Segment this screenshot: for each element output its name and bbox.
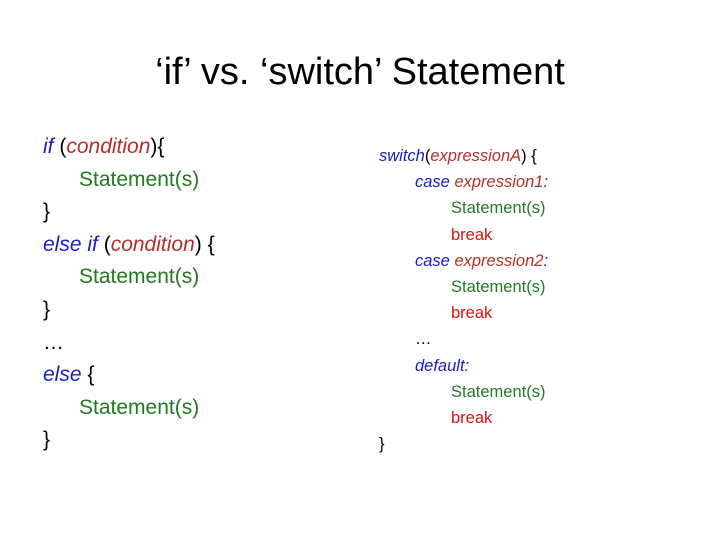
case-expression: expression1 bbox=[454, 173, 544, 192]
colon: : bbox=[464, 356, 470, 375]
code-line: else if (condition) { bbox=[43, 229, 215, 262]
break-keyword: break bbox=[451, 225, 493, 244]
keyword-else-if: else if bbox=[43, 232, 98, 256]
statement-text: Statement(s) bbox=[451, 199, 546, 218]
switch-expression: expressionA bbox=[430, 147, 522, 165]
code-line: break bbox=[379, 405, 548, 431]
open-paren: ( bbox=[103, 232, 111, 256]
close-brace: } bbox=[43, 297, 51, 321]
switch-statement-code: switch(expressionA) { case expression1: … bbox=[379, 143, 548, 457]
colon: : bbox=[543, 251, 549, 270]
ellipsis: … bbox=[43, 330, 64, 354]
statement-text: Statement(s) bbox=[79, 265, 200, 289]
code-line: case expression1: bbox=[379, 169, 548, 195]
statement-text: Statement(s) bbox=[79, 167, 200, 191]
code-line: Statement(s) bbox=[379, 195, 548, 221]
close-paren-brace: ){ bbox=[150, 135, 165, 158]
keyword-switch: switch bbox=[379, 147, 425, 165]
code-line: } bbox=[379, 431, 548, 457]
code-line: … bbox=[379, 326, 548, 352]
close-paren-brace: ) { bbox=[521, 147, 537, 165]
break-keyword: break bbox=[451, 304, 493, 323]
code-line: } bbox=[43, 294, 215, 327]
code-line: } bbox=[43, 196, 215, 229]
code-line: Statement(s) bbox=[379, 379, 548, 405]
code-line: Statement(s) bbox=[379, 274, 548, 300]
code-line: } bbox=[43, 424, 215, 457]
code-line: Statement(s) bbox=[43, 261, 215, 294]
close-brace: } bbox=[43, 200, 51, 224]
code-line: switch(expressionA) { bbox=[379, 143, 548, 169]
code-line: case expression2: bbox=[379, 248, 548, 274]
code-line: Statement(s) bbox=[43, 164, 215, 197]
colon: : bbox=[543, 173, 549, 192]
keyword-if: if bbox=[43, 135, 54, 158]
code-line: … bbox=[43, 327, 215, 360]
break-keyword: break bbox=[451, 408, 493, 427]
close-paren-brace: ) { bbox=[194, 232, 215, 256]
statement-text: Statement(s) bbox=[79, 395, 200, 419]
keyword-case: case bbox=[415, 251, 450, 270]
code-line: Statement(s) bbox=[43, 392, 215, 425]
code-line: default: bbox=[379, 353, 548, 379]
open-brace: { bbox=[81, 363, 95, 387]
case-expression: expression2 bbox=[454, 251, 544, 270]
code-line: break bbox=[379, 300, 548, 326]
condition-text: condition bbox=[110, 232, 195, 256]
ellipsis: … bbox=[415, 330, 432, 349]
if-statement-code: if (condition){ Statement(s) } else if (… bbox=[43, 131, 215, 457]
keyword-default: default bbox=[415, 356, 465, 375]
keyword-case: case bbox=[415, 173, 450, 192]
code-line: break bbox=[379, 222, 548, 248]
close-brace: } bbox=[379, 435, 385, 454]
statement-text: Statement(s) bbox=[451, 382, 546, 401]
keyword-else: else bbox=[43, 363, 82, 387]
code-line: else { bbox=[43, 359, 215, 392]
statement-text: Statement(s) bbox=[451, 277, 546, 296]
slide-title: ‘if’ vs. ‘switch’ Statement bbox=[155, 51, 565, 93]
condition-text: condition bbox=[66, 135, 151, 158]
code-line: if (condition){ bbox=[43, 131, 215, 164]
close-brace: } bbox=[43, 428, 51, 452]
